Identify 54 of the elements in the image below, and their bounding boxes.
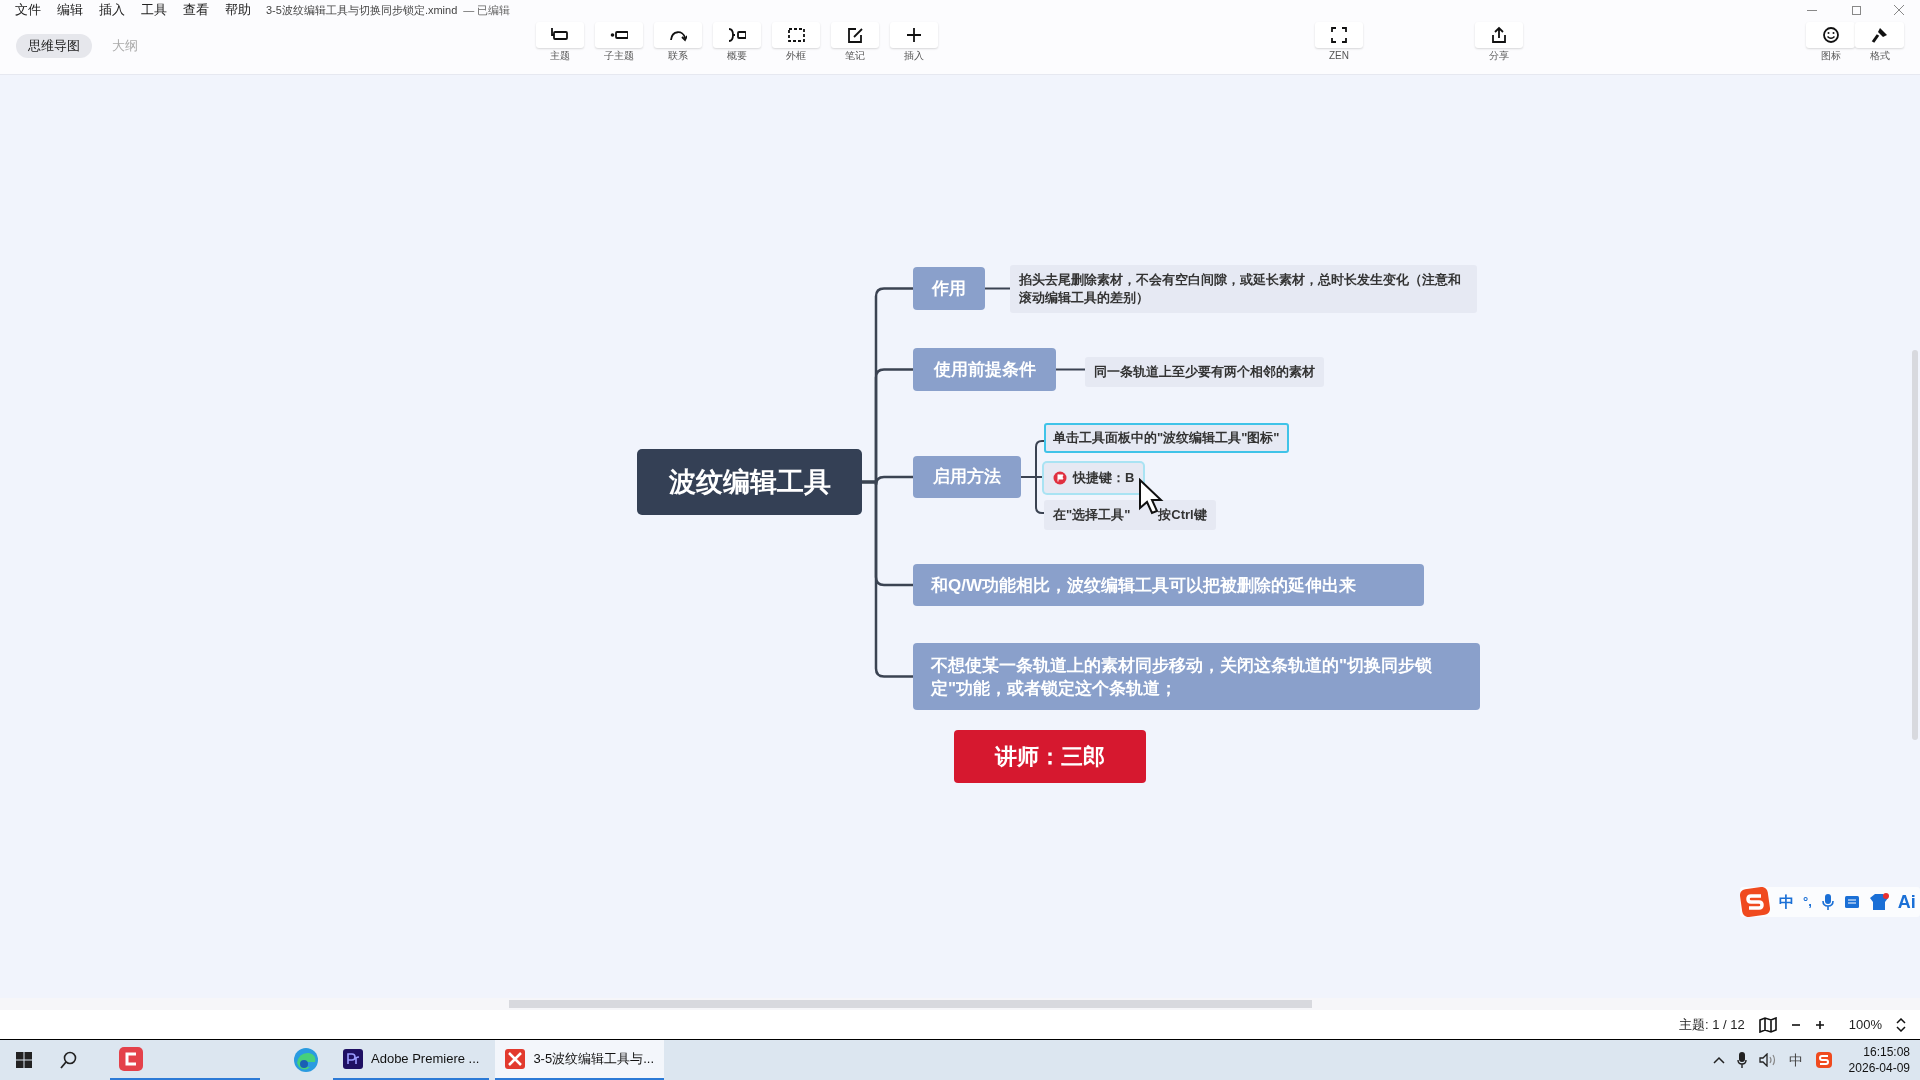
- central-topic[interactable]: 波纹编辑工具: [637, 449, 862, 515]
- callout-topic[interactable]: 讲师：三郎: [954, 730, 1146, 783]
- x-app-icon: [505, 1048, 526, 1069]
- connector-line: [1055, 368, 1086, 371]
- topic-count: 主题: 1 / 12: [1679, 1015, 1745, 1034]
- up-down-icon[interactable]: [1896, 1017, 1906, 1032]
- view-tab[interactable]: 思维导图: [16, 34, 92, 58]
- horizontal-scrollbar[interactable]: [509, 1000, 1312, 1008]
- plus-icon: [905, 26, 923, 44]
- zoom-level[interactable]: 100%: [1848, 1014, 1882, 1035]
- subtopic[interactable]: 同一条轨道上至少要有两个相邻的素材: [1085, 357, 1324, 387]
- chevron-up-icon[interactable]: [1712, 1056, 1725, 1064]
- start-button[interactable]: [16, 1052, 32, 1068]
- fullscreen-icon: [1330, 26, 1348, 44]
- ai-button[interactable]: Ai: [1897, 888, 1916, 916]
- menu-item[interactable]: 工具: [140, 0, 168, 20]
- close-icon[interactable]: [1894, 5, 1904, 15]
- taskbar-app[interactable]: 3-5波纹编辑工具与...: [495, 1039, 664, 1080]
- smiley-icon: [1821, 26, 1840, 44]
- subtopic[interactable]: 在"选择工具" 按Ctrl键: [1044, 500, 1216, 530]
- sogou-tray-icon[interactable]: [1814, 1051, 1833, 1069]
- keyboard-icon[interactable]: [1843, 894, 1860, 910]
- input-method-indicator[interactable]: 中: [1788, 1049, 1803, 1071]
- microphone-icon[interactable]: [1736, 1052, 1747, 1068]
- subtopic[interactable]: 单击工具面板中的"波纹编辑工具"图标": [1044, 423, 1289, 453]
- dashed-frame-icon: [787, 26, 805, 44]
- browser-icon[interactable]: [293, 1047, 319, 1073]
- note-icon: [846, 26, 864, 44]
- menu-item[interactable]: 编辑: [56, 0, 84, 20]
- subtopic[interactable]: 掐头去尾删除素材，不会有空白间隙，或延长素材，总时长发生变化（注意和滚动编辑工具的差别）: [1010, 265, 1477, 313]
- subtopic[interactable]: 快捷键：B: [1044, 463, 1144, 493]
- document-title: 3-5波纹编辑工具与切换同步锁定.xmind: [266, 2, 458, 18]
- zoom-in-icon[interactable]: [1814, 1019, 1825, 1030]
- menu-item[interactable]: 查看: [182, 0, 210, 20]
- summary-icon: [728, 26, 746, 44]
- clock[interactable]: 16:15:08 2026-04-09: [1848, 1044, 1910, 1076]
- search-icon[interactable]: [60, 1051, 78, 1069]
- app-icon[interactable]: [118, 1045, 144, 1072]
- shirt-icon[interactable]: [1868, 893, 1889, 911]
- taskbar-app[interactable]: Adobe Premiere ...: [333, 1039, 490, 1080]
- vertical-scrollbar[interactable]: [1912, 350, 1918, 740]
- menu-item[interactable]: 插入: [98, 0, 126, 20]
- edit-status: — 已编辑: [463, 2, 511, 18]
- sogou-logo-icon[interactable]: [1740, 887, 1770, 917]
- share-icon: [1490, 26, 1508, 44]
- connector-line: [984, 287, 1011, 290]
- map-icon[interactable]: [1758, 1016, 1777, 1033]
- punctuation-toggle[interactable]: °,: [1803, 892, 1812, 912]
- menu-item[interactable]: 文件: [14, 0, 42, 20]
- premiere-app-icon: [343, 1048, 363, 1069]
- input-mode-toggle[interactable]: 中: [1779, 890, 1794, 914]
- speaker-icon[interactable]: [1758, 1053, 1777, 1067]
- menu-item[interactable]: 帮助: [224, 0, 252, 20]
- paintbrush-icon: [1870, 26, 1889, 44]
